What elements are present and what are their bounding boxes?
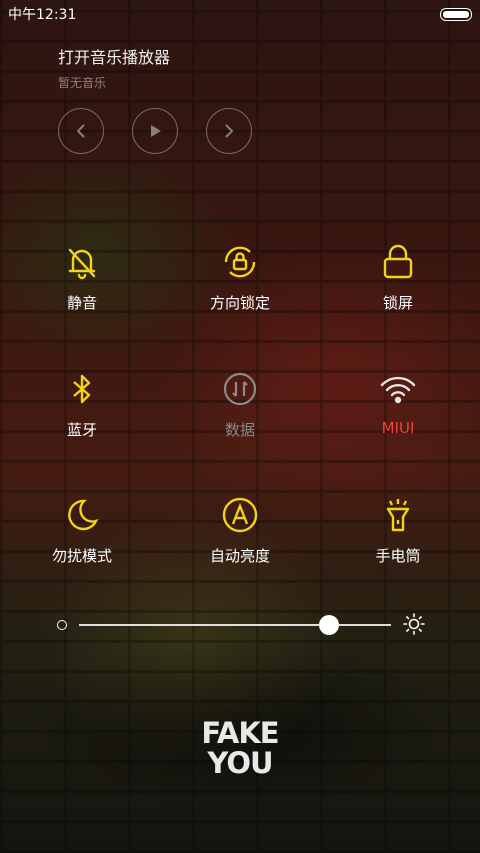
bell-off-icon	[22, 240, 142, 284]
toggle-wifi[interactable]: MIUI	[338, 367, 458, 437]
toggle-label: 手电筒	[375, 547, 421, 565]
lock-icon	[338, 240, 458, 284]
toggle-label: 方向锁定	[209, 294, 270, 312]
music-widget[interactable]: 打开音乐播放器 暂无音乐	[58, 44, 170, 91]
next-icon[interactable]	[206, 108, 252, 154]
toggle-label: 自动亮度	[209, 547, 270, 565]
wifi-icon	[338, 367, 458, 411]
toggle-dnd[interactable]: 勿扰模式	[22, 493, 142, 566]
bluetooth-icon	[22, 367, 142, 411]
wallpaper-text-line1: FAKE	[201, 716, 279, 750]
toggle-auto-brightness[interactable]: 自动亮度	[180, 493, 300, 566]
brightness-thumb[interactable]	[318, 615, 339, 635]
previous-icon[interactable]	[58, 108, 104, 154]
toggle-label: 静音	[66, 294, 97, 312]
moon-icon	[22, 493, 142, 537]
toggle-mute[interactable]: 静音	[22, 240, 142, 313]
status-time: 中午12:31	[8, 7, 77, 23]
brightness-high-icon	[403, 613, 425, 639]
auto-brightness-icon	[180, 493, 300, 537]
toggle-mobile-data[interactable]: 数据	[180, 367, 300, 440]
status-bar: 中午12:31	[0, 0, 480, 28]
toggle-lock-screen[interactable]: 锁屏	[338, 240, 458, 313]
toggle-label: 蓝牙	[66, 421, 97, 439]
play-icon[interactable]	[132, 108, 178, 154]
toggle-rotation-lock[interactable]: 方向锁定	[180, 240, 300, 313]
flashlight-icon	[338, 493, 458, 537]
music-controls	[58, 108, 252, 154]
toggle-bluetooth[interactable]: 蓝牙	[22, 367, 142, 440]
toggle-flashlight[interactable]: 手电筒	[338, 493, 458, 566]
toggle-label: 锁屏	[382, 294, 413, 312]
wallpaper-text-line2: YOU	[207, 746, 273, 780]
toggle-label: MIUI	[381, 419, 415, 437]
brightness-slider[interactable]	[55, 612, 425, 638]
toggle-label: 勿扰模式	[51, 547, 112, 565]
brightness-track[interactable]	[79, 624, 391, 626]
music-subtitle: 暂无音乐	[58, 76, 107, 90]
battery-icon	[440, 7, 472, 21]
rotation-lock-icon	[180, 240, 300, 284]
wallpaper-logo: FAKE YOU	[0, 718, 480, 778]
mobile-data-icon	[180, 367, 300, 411]
brightness-low-icon	[57, 620, 67, 630]
music-title[interactable]: 打开音乐播放器	[58, 44, 170, 68]
toggle-label: 数据	[224, 421, 255, 439]
